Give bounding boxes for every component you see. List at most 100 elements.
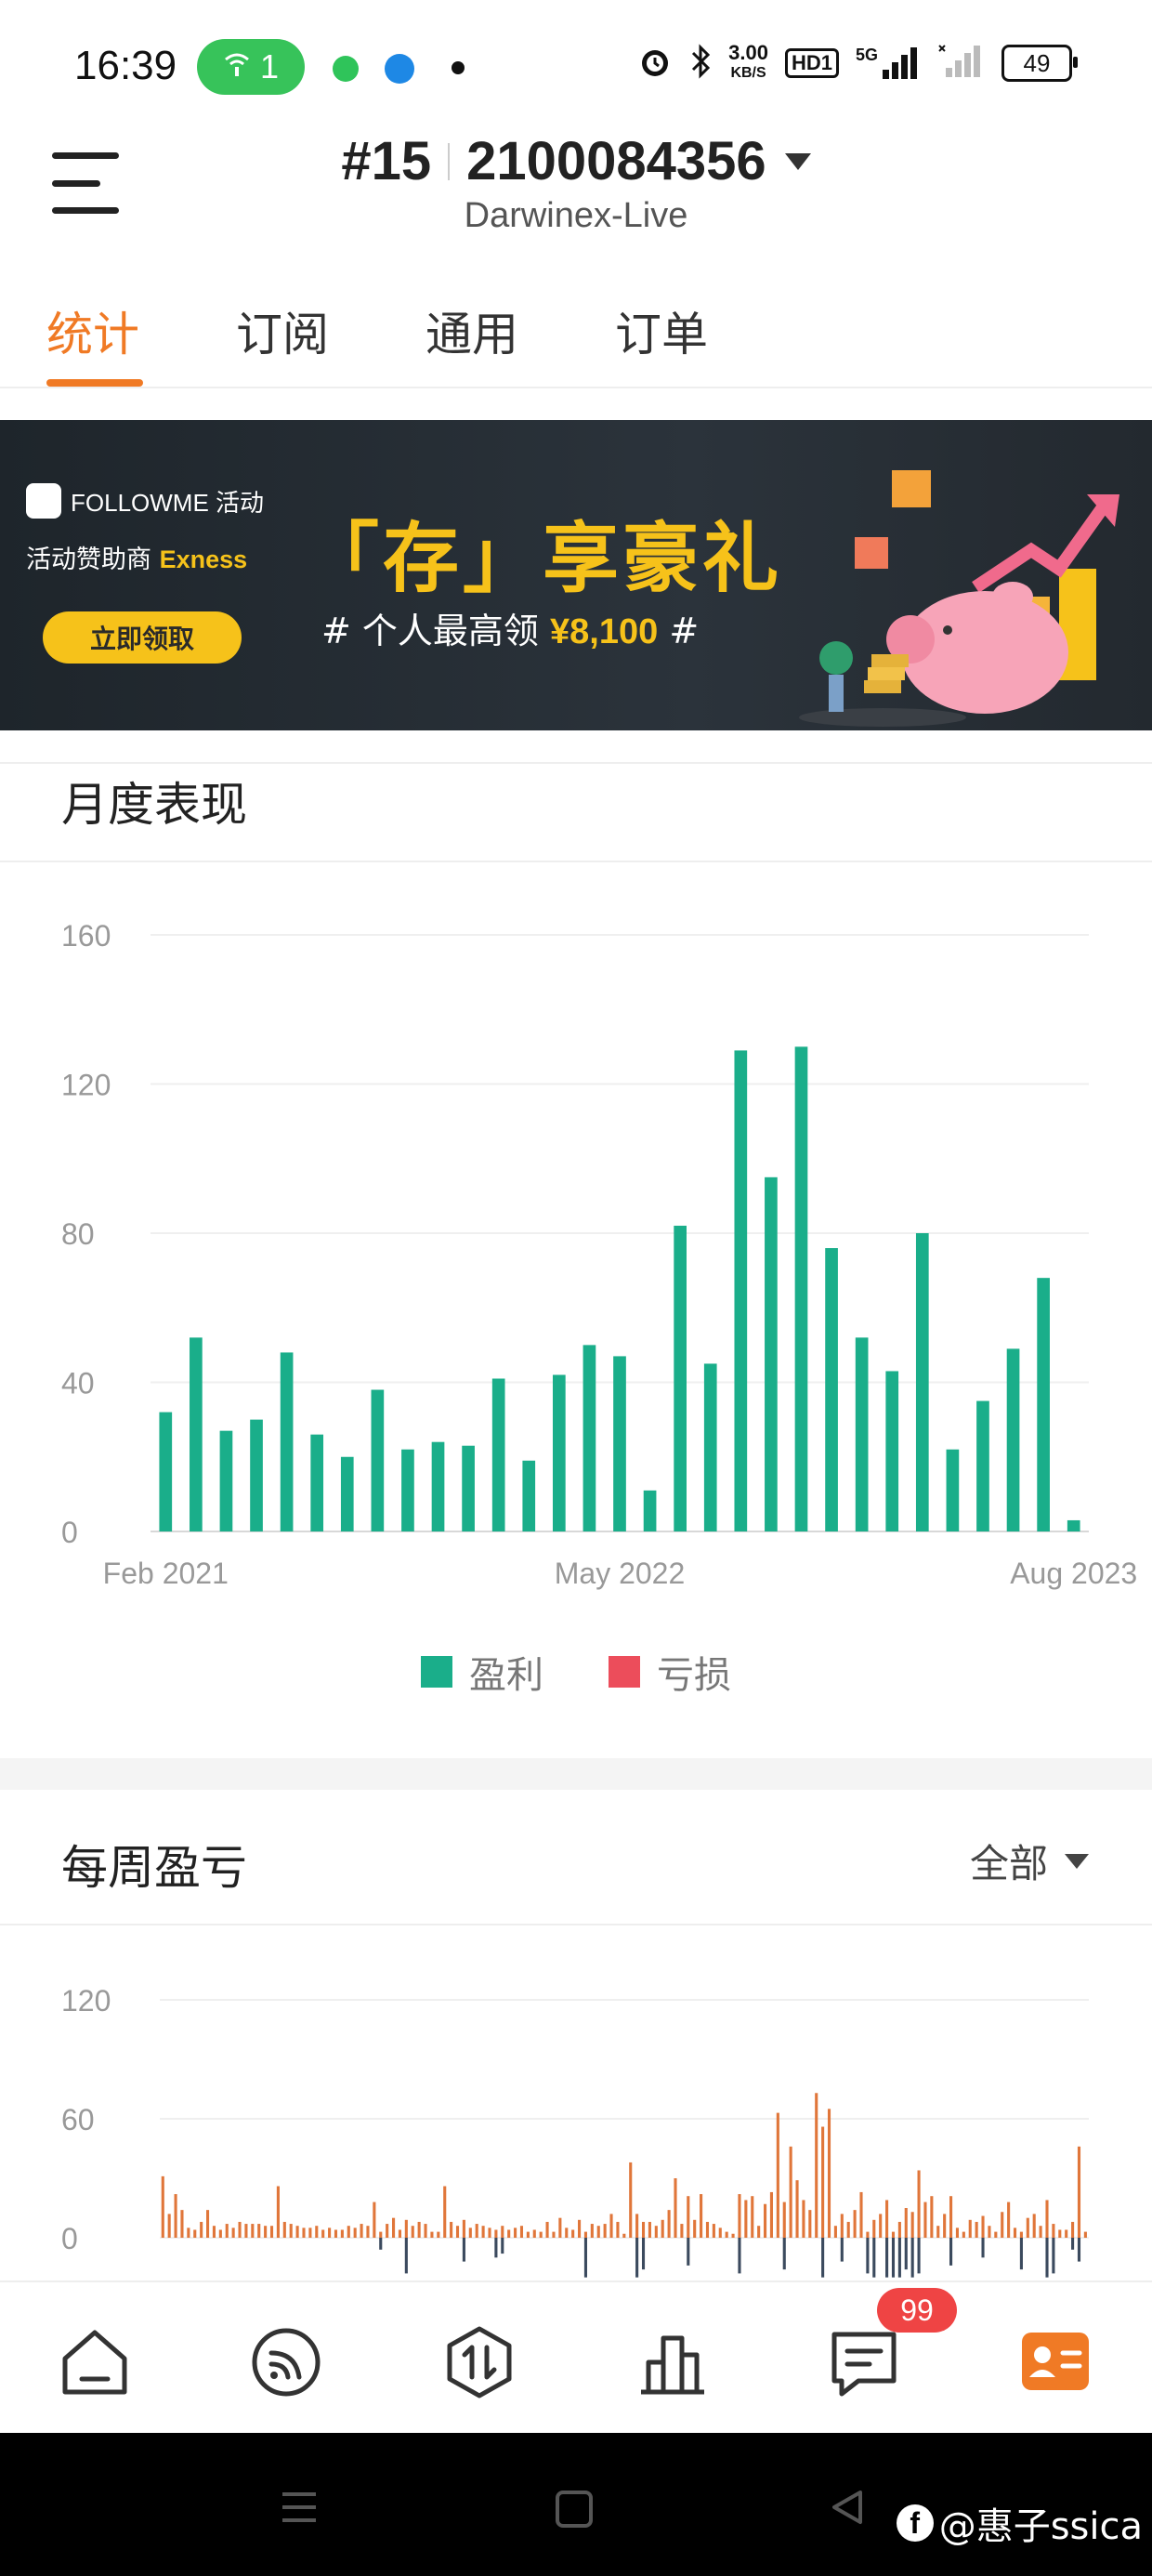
banner-sponsor: 活动赞助商 Exness xyxy=(26,539,247,575)
bar-weekly-loss xyxy=(462,2238,465,2262)
bar-weekly-profit xyxy=(981,2215,985,2238)
bar-profit xyxy=(159,1412,173,1531)
bar-weekly-profit xyxy=(411,2226,414,2238)
bar-weekly-loss xyxy=(1052,2238,1055,2274)
bar-weekly-profit xyxy=(443,2186,447,2238)
bar-weekly-profit xyxy=(661,2219,664,2238)
bar-weekly-profit xyxy=(501,2226,504,2238)
bar-weekly-profit xyxy=(206,2210,210,2238)
bar-weekly-profit xyxy=(494,2229,498,2238)
nav-messages[interactable] xyxy=(827,2325,901,2399)
bar-profit xyxy=(1037,1278,1050,1531)
bar-weekly-loss xyxy=(782,2238,786,2270)
account-id: 2100084356 xyxy=(466,131,766,191)
account-selector[interactable]: #15 2100084356 Darwinex-Live xyxy=(0,130,1152,236)
tab-statistics[interactable]: 统计 xyxy=(46,297,139,364)
bar-weekly-loss xyxy=(891,2238,896,2278)
bar-weekly-profit xyxy=(545,2221,549,2238)
chart-icon xyxy=(641,2335,704,2395)
promo-banner[interactable]: FOLLOWME 活动 活动赞助商 Exness 立即领取 「存」享豪礼 # 个… xyxy=(0,420,1152,730)
nav-ranking[interactable] xyxy=(635,2325,710,2399)
bar-weekly-profit xyxy=(1026,2217,1029,2238)
recent-apps-icon[interactable] xyxy=(279,2487,320,2528)
bar-weekly-profit xyxy=(276,2186,280,2238)
bar-weekly-profit xyxy=(738,2194,741,2238)
bar-weekly-profit xyxy=(923,2201,927,2238)
monthly-bar-chart: 0 40 80 120 160 Feb 2021 May 2022 Aug 2023 xyxy=(61,919,1137,1590)
bar-weekly-profit xyxy=(1032,2214,1036,2238)
legend-profit-label: 盈利 xyxy=(469,1654,543,1697)
bar-weekly-profit xyxy=(846,2221,850,2238)
bar-profit xyxy=(794,1046,808,1531)
nav-home[interactable] xyxy=(58,2325,132,2399)
legend-loss[interactable]: 亏损 xyxy=(609,1645,731,1699)
status-time: 16:39 xyxy=(74,43,177,88)
bar-weekly-profit xyxy=(667,2210,671,2238)
bar-weekly-profit xyxy=(1001,2212,1004,2238)
bar-weekly-profit xyxy=(943,2214,947,2238)
nav-profile[interactable] xyxy=(1018,2325,1093,2399)
tab-subscribe[interactable]: 订阅 xyxy=(236,297,329,364)
y-tick-label: 120 xyxy=(61,1984,111,2017)
claim-button[interactable]: 立即领取 xyxy=(43,611,242,664)
profile-icon xyxy=(1022,2333,1089,2390)
back-icon[interactable] xyxy=(827,2487,868,2528)
bar-weekly-profit xyxy=(725,2231,728,2238)
bar-weekly-profit xyxy=(744,2200,748,2238)
active-tab-indicator xyxy=(46,379,143,387)
bar-weekly-loss xyxy=(897,2238,901,2278)
y-tick-label: 60 xyxy=(61,2103,95,2136)
watermark: f @惠子ssica xyxy=(896,2496,1143,2550)
bar-profit xyxy=(583,1345,596,1531)
legend-profit[interactable]: 盈利 xyxy=(421,1645,543,1699)
bar-weekly-profit xyxy=(712,2224,715,2238)
bar-weekly-profit xyxy=(769,2191,773,2238)
bar-weekly-profit xyxy=(583,2231,587,2238)
nav-feed[interactable] xyxy=(249,2325,323,2399)
bar-profit xyxy=(1006,1348,1020,1531)
account-server: Darwinex-Live xyxy=(464,196,688,235)
bar-weekly-profit xyxy=(379,2231,383,2238)
bar-weekly-profit xyxy=(680,2224,684,2238)
weekly-filter-dropdown[interactable]: 全部 xyxy=(970,1833,1089,1889)
weekly-title-divider xyxy=(0,1924,1152,1925)
message-count-badge: 99 xyxy=(877,2288,957,2333)
account-separator xyxy=(448,142,451,180)
nav-trade[interactable] xyxy=(442,2325,517,2399)
banner-sponsor-prefix: 活动赞助商 xyxy=(26,545,151,574)
bar-weekly-profit xyxy=(264,2226,268,2238)
bar-profit xyxy=(250,1419,263,1531)
home-button-icon[interactable] xyxy=(554,2489,595,2530)
bar-weekly-profit xyxy=(578,2219,582,2238)
bar-profit xyxy=(431,1441,445,1531)
bar-weekly-profit xyxy=(616,2221,620,2238)
bar-weekly-profit xyxy=(308,2228,312,2238)
bar-weekly-profit xyxy=(481,2226,485,2238)
bar-weekly-profit xyxy=(353,2228,357,2238)
bar-weekly-profit xyxy=(1019,2231,1023,2238)
chevron-down-icon[interactable] xyxy=(784,152,811,170)
weekly-bar-chart: 0 60 120 xyxy=(61,1984,1089,2278)
bar-profit xyxy=(401,1449,414,1531)
bar-weekly-profit xyxy=(437,2231,440,2238)
bar-weekly-loss xyxy=(501,2238,504,2254)
bar-weekly-loss xyxy=(641,2238,646,2270)
bar-weekly-profit xyxy=(212,2226,216,2238)
tab-general[interactable]: 通用 xyxy=(425,297,518,364)
bar-weekly-profit xyxy=(629,2162,633,2238)
bar-weekly-profit xyxy=(315,2226,319,2238)
bar-weekly-profit xyxy=(815,2093,818,2238)
bar-weekly-profit xyxy=(955,2228,959,2238)
banner-subline: # 个人最高领 ¥8,100 # xyxy=(321,602,699,653)
bar-weekly-profit xyxy=(866,2231,870,2238)
bar-weekly-profit xyxy=(404,2219,408,2238)
signal-5g-icon: 5G xyxy=(856,46,922,81)
bar-weekly-profit xyxy=(417,2221,421,2238)
bar-weekly-profit xyxy=(386,2224,389,2238)
bar-weekly-loss xyxy=(1077,2238,1081,2262)
x-tick-label: May 2022 xyxy=(555,1557,686,1590)
caret-down-icon xyxy=(1065,1853,1089,1869)
bar-weekly-profit xyxy=(269,2226,274,2238)
tab-orders[interactable]: 订单 xyxy=(615,297,708,364)
bar-weekly-loss xyxy=(635,2238,639,2278)
